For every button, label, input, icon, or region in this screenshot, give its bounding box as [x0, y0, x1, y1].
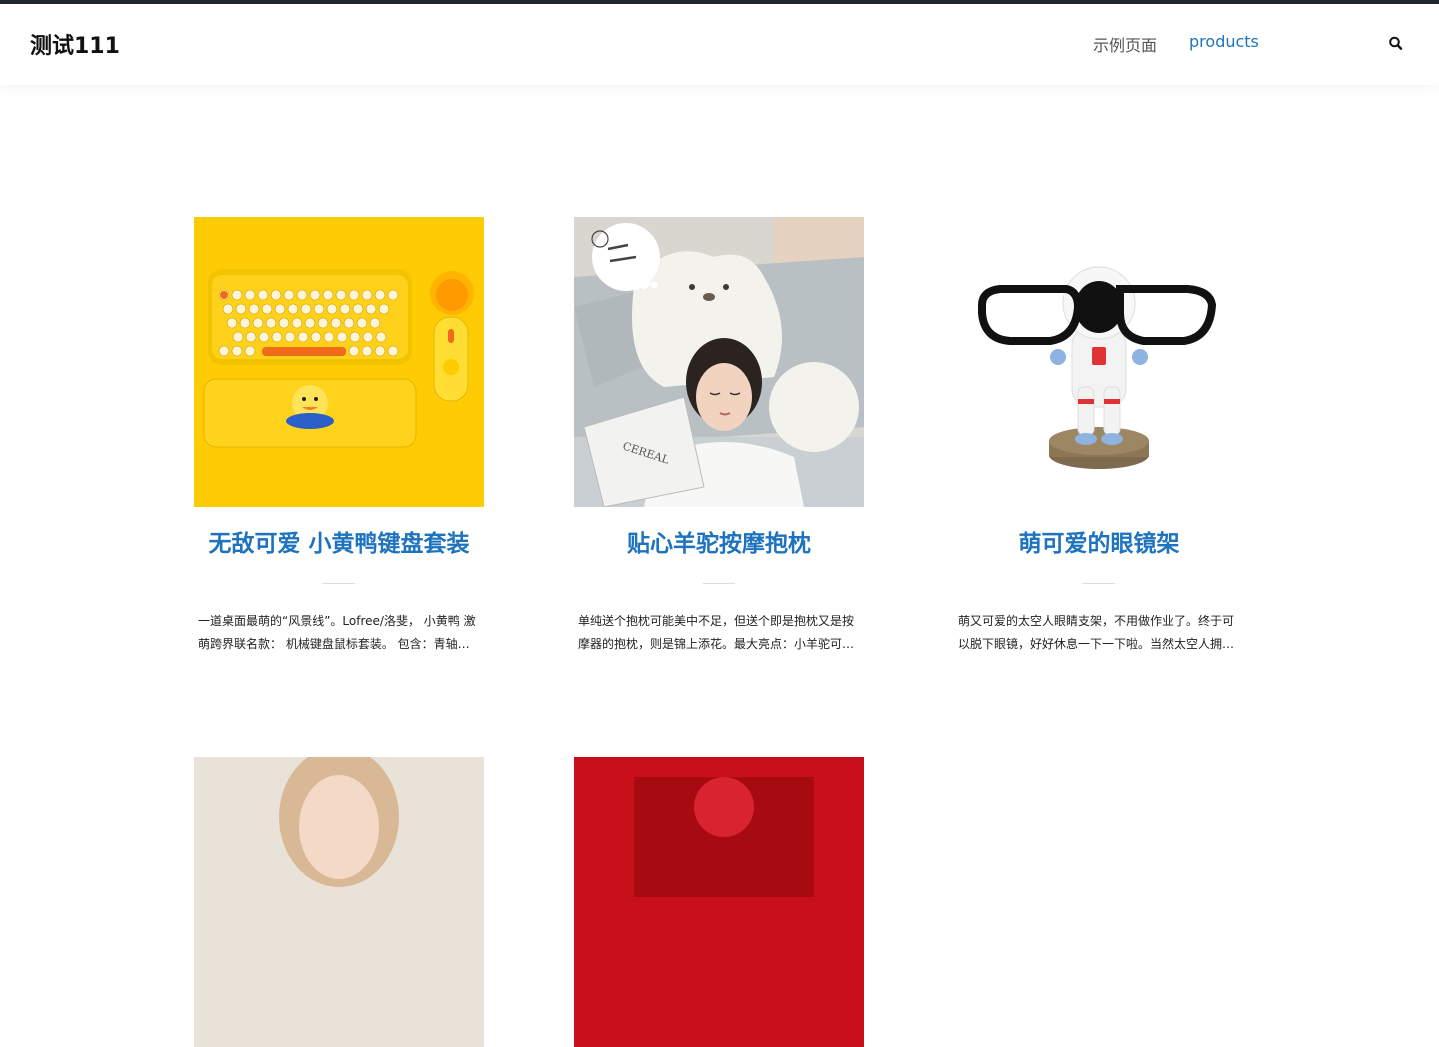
product-card[interactable]	[194, 757, 484, 1047]
title-divider	[703, 583, 735, 584]
search-button[interactable]	[1386, 34, 1406, 54]
product-excerpt: 萌又可爱的太空人眼睛支架，不用做作业了。终于可以脱下眼镜，好好休息一下一下啦。当…	[958, 614, 1235, 651]
nav-item-sample-page[interactable]: 示例页面	[1093, 32, 1157, 56]
product-excerpt: 一道桌面最萌的“风景线”。Lofree/洛斐， 小黄鸭 激萌跨界联名款： 机械键…	[198, 614, 476, 651]
product-card[interactable]: 无敌可爱 小黄鸭键盘套装 一道桌面最萌的“风景线”。Lofree/洛斐， 小黄鸭…	[194, 217, 484, 656]
product-title[interactable]: 无敌可爱 小黄鸭键盘套装	[194, 527, 484, 561]
product-image[interactable]	[194, 757, 484, 1047]
product-card[interactable]: CEREAL 贴心羊驼按摩抱枕 单纯送个抱枕可能美中不足，但送个即是抱枕又是按摩…	[574, 217, 864, 656]
site-header: 测试111 示例页面 products	[0, 4, 1439, 85]
product-image-glasses-stand[interactable]	[954, 217, 1244, 507]
site-title[interactable]: 测试111	[30, 28, 120, 60]
product-excerpt: 单纯送个抱枕可能美中不足，但送个即是抱枕又是按摩器的抱枕，则是锦上添花。最大亮点…	[578, 614, 855, 651]
title-divider	[1083, 583, 1115, 584]
title-divider	[323, 583, 355, 584]
product-card[interactable]	[574, 757, 864, 1047]
nav-item-products[interactable]: products	[1189, 32, 1259, 56]
main-nav: 示例页面 products	[1093, 32, 1259, 56]
product-title[interactable]: 贴心羊驼按摩抱枕	[574, 527, 864, 561]
search-icon	[1389, 36, 1403, 50]
product-image-alpaca-pillow[interactable]: CEREAL	[574, 217, 864, 507]
product-image[interactable]	[574, 757, 864, 1047]
product-image-keyboard[interactable]	[194, 217, 484, 507]
product-card[interactable]: 萌可爱的眼镜架 萌又可爱的太空人眼睛支架，不用做作业了。终于可以脱下眼镜，好好休…	[954, 217, 1244, 656]
product-title[interactable]: 萌可爱的眼镜架	[954, 527, 1244, 561]
